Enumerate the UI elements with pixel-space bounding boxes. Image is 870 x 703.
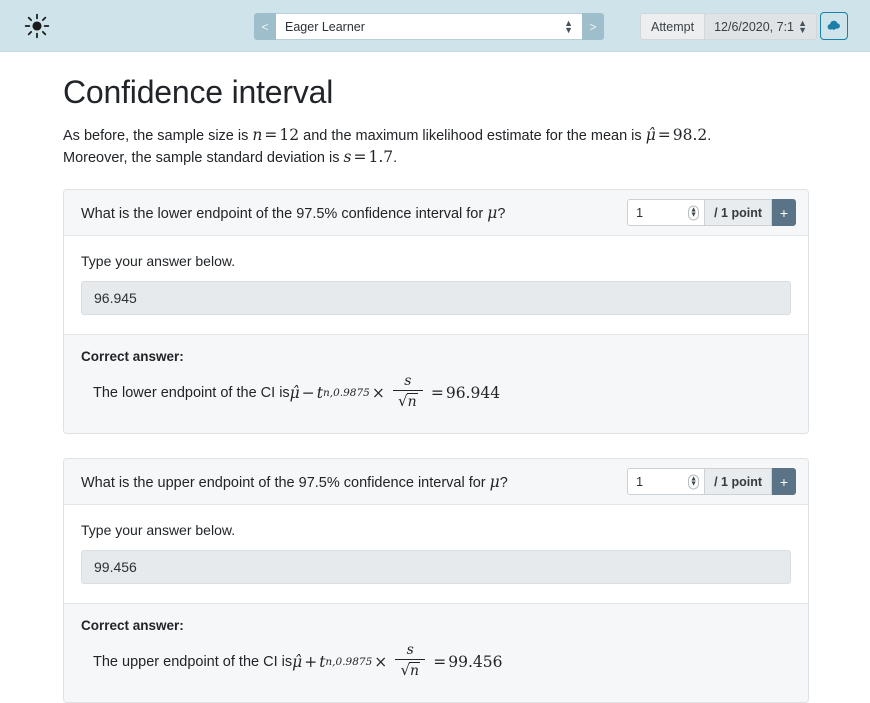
assignment-navigator: < Eager Learner ▲ ▼ > — [254, 13, 604, 40]
intro-paragraph: As before, the sample size is n = 12 and t… — [0, 111, 810, 169]
question-card: What is the lower endpoint of the 97.5% … — [63, 189, 809, 434]
points-label: / 1 point — [705, 199, 772, 226]
formula-result: 96.944 — [445, 383, 501, 402]
top-toolbar: < Eager Learner ▲ ▼ > Attempt 12/6/2020, … — [0, 0, 870, 52]
question-header: What is the upper endpoint of the 97.5% … — [64, 459, 808, 505]
question-text: What is the lower endpoint of the 97.5% … — [81, 204, 505, 222]
assignment-select-value: Eager Learner — [285, 19, 365, 34]
brightness-toggle[interactable] — [0, 13, 74, 39]
sqrt-radicand: n — [406, 392, 418, 410]
symbol-mu: μ — [489, 472, 500, 491]
attempt-label: Attempt — [640, 13, 706, 40]
next-assignment-button[interactable]: > — [582, 13, 604, 40]
formula-equals: = — [430, 383, 444, 402]
correct-answer-formula: The upper endpoint of the CI is μ̂ + t n,0.… — [81, 642, 791, 680]
number-stepper-icon[interactable]: ▲ ▼ — [688, 474, 700, 489]
question-text-a: What is the lower endpoint of the 97.5% … — [81, 205, 488, 222]
page-content: Confidence interval As before, the sampl… — [0, 52, 870, 703]
value-mu: 98.2 — [672, 126, 708, 144]
question-text-a: What is the upper endpoint of the 97.5% … — [81, 474, 490, 491]
prev-assignment-button[interactable]: < — [254, 13, 276, 40]
symbol-mu: μ — [487, 203, 498, 222]
value-n: 12 — [279, 126, 300, 144]
sun-icon — [24, 13, 50, 38]
sqrt-radicand: n — [409, 661, 421, 679]
formula-operator: − — [301, 383, 315, 402]
increment-score-button[interactable]: + — [772, 199, 796, 226]
question-text-b: ? — [499, 474, 508, 491]
intro-text-1: As before, the sample size is — [63, 128, 253, 144]
points-label: / 1 point — [705, 468, 772, 495]
score-group: 1 ▲ ▼ / 1 point + — [627, 199, 796, 226]
score-input[interactable]: 1 ▲ ▼ — [627, 468, 706, 495]
times-operator: × — [374, 652, 388, 671]
symbol-t-subscript: n,0.9875 — [325, 655, 373, 668]
formula-lead: The upper endpoint of the CI is — [93, 653, 293, 670]
symbol-n: n — [252, 126, 263, 144]
answer-input[interactable]: 96.945 — [81, 281, 791, 315]
question-card: What is the upper endpoint of the 97.5% … — [63, 458, 809, 703]
score-input-value: 1 — [636, 205, 644, 220]
question-text-b: ? — [497, 205, 506, 222]
intro-text-2: and the maximum likelihood estimate for … — [299, 128, 646, 144]
correct-answer-section: Correct answer: The upper endpoint of th… — [64, 603, 808, 702]
chevron-updown-icon: ▲ ▼ — [798, 17, 808, 35]
formula-equals: = — [433, 652, 447, 671]
intro-text-4: . — [393, 150, 398, 166]
question-text: What is the upper endpoint of the 97.5% … — [81, 473, 508, 491]
correct-answer-label: Correct answer: — [81, 618, 184, 633]
fraction-numerator: s — [406, 642, 414, 658]
score-group: 1 ▲ ▼ / 1 point + — [627, 468, 796, 495]
formula-lead: The lower endpoint of the CI is — [93, 384, 290, 401]
page-title: Confidence interval — [63, 74, 334, 110]
card-spacer — [0, 434, 870, 458]
attempt-select-value: 12/6/2020, 7:1 — [714, 19, 795, 34]
answer-prompt: Type your answer below. — [81, 522, 236, 538]
question-header: What is the lower endpoint of the 97.5% … — [64, 190, 808, 236]
equals-2: = — [657, 126, 671, 144]
number-stepper-icon[interactable]: ▲ ▼ — [688, 205, 700, 220]
formula-operator: + — [304, 652, 318, 671]
fraction-s-over-sqrt-n: s √ n — [392, 373, 423, 410]
chevron-updown-icon: ▲ ▼ — [564, 17, 573, 35]
question-body: Type your answer below. 99.456 — [64, 505, 808, 603]
equals-1: = — [264, 126, 278, 144]
symbol-t-subscript: n,0.9875 — [322, 386, 370, 399]
answer-prompt: Type your answer below. — [81, 253, 236, 269]
correct-answer-formula: The lower endpoint of the CI is μ̂ − t n,0.… — [81, 373, 791, 411]
attempt-group: Attempt 12/6/2020, 7:1 ▲ ▼ — [640, 13, 818, 40]
symbol-mu-hat: μ̂ — [289, 383, 300, 402]
correct-answer-label: Correct answer: — [81, 349, 184, 364]
times-operator: × — [371, 383, 385, 402]
value-s: 1.7 — [368, 148, 394, 166]
score-input[interactable]: 1 ▲ ▼ — [627, 199, 706, 226]
assignment-select[interactable]: Eager Learner ▲ ▼ — [276, 13, 582, 40]
answer-input[interactable]: 99.456 — [81, 550, 791, 584]
fraction-s-over-sqrt-n: s √ n — [395, 642, 426, 679]
symbol-mu-hat: μ̂ — [645, 126, 656, 144]
equals-3: = — [353, 148, 367, 166]
download-button[interactable] — [820, 12, 848, 40]
score-input-value: 1 — [636, 474, 644, 489]
attempt-select[interactable]: 12/6/2020, 7:1 ▲ ▼ — [705, 13, 818, 40]
fraction-denominator: √ n — [400, 660, 421, 679]
correct-answer-section: Correct answer: The lower endpoint of th… — [64, 334, 808, 433]
symbol-mu-hat: μ̂ — [292, 652, 303, 671]
question-body: Type your answer below. 96.945 — [64, 236, 808, 334]
fraction-numerator: s — [404, 373, 412, 389]
cloud-download-icon — [827, 20, 840, 31]
increment-score-button[interactable]: + — [772, 468, 796, 495]
fraction-denominator: √ n — [398, 391, 418, 410]
formula-result: 99.456 — [448, 652, 503, 671]
